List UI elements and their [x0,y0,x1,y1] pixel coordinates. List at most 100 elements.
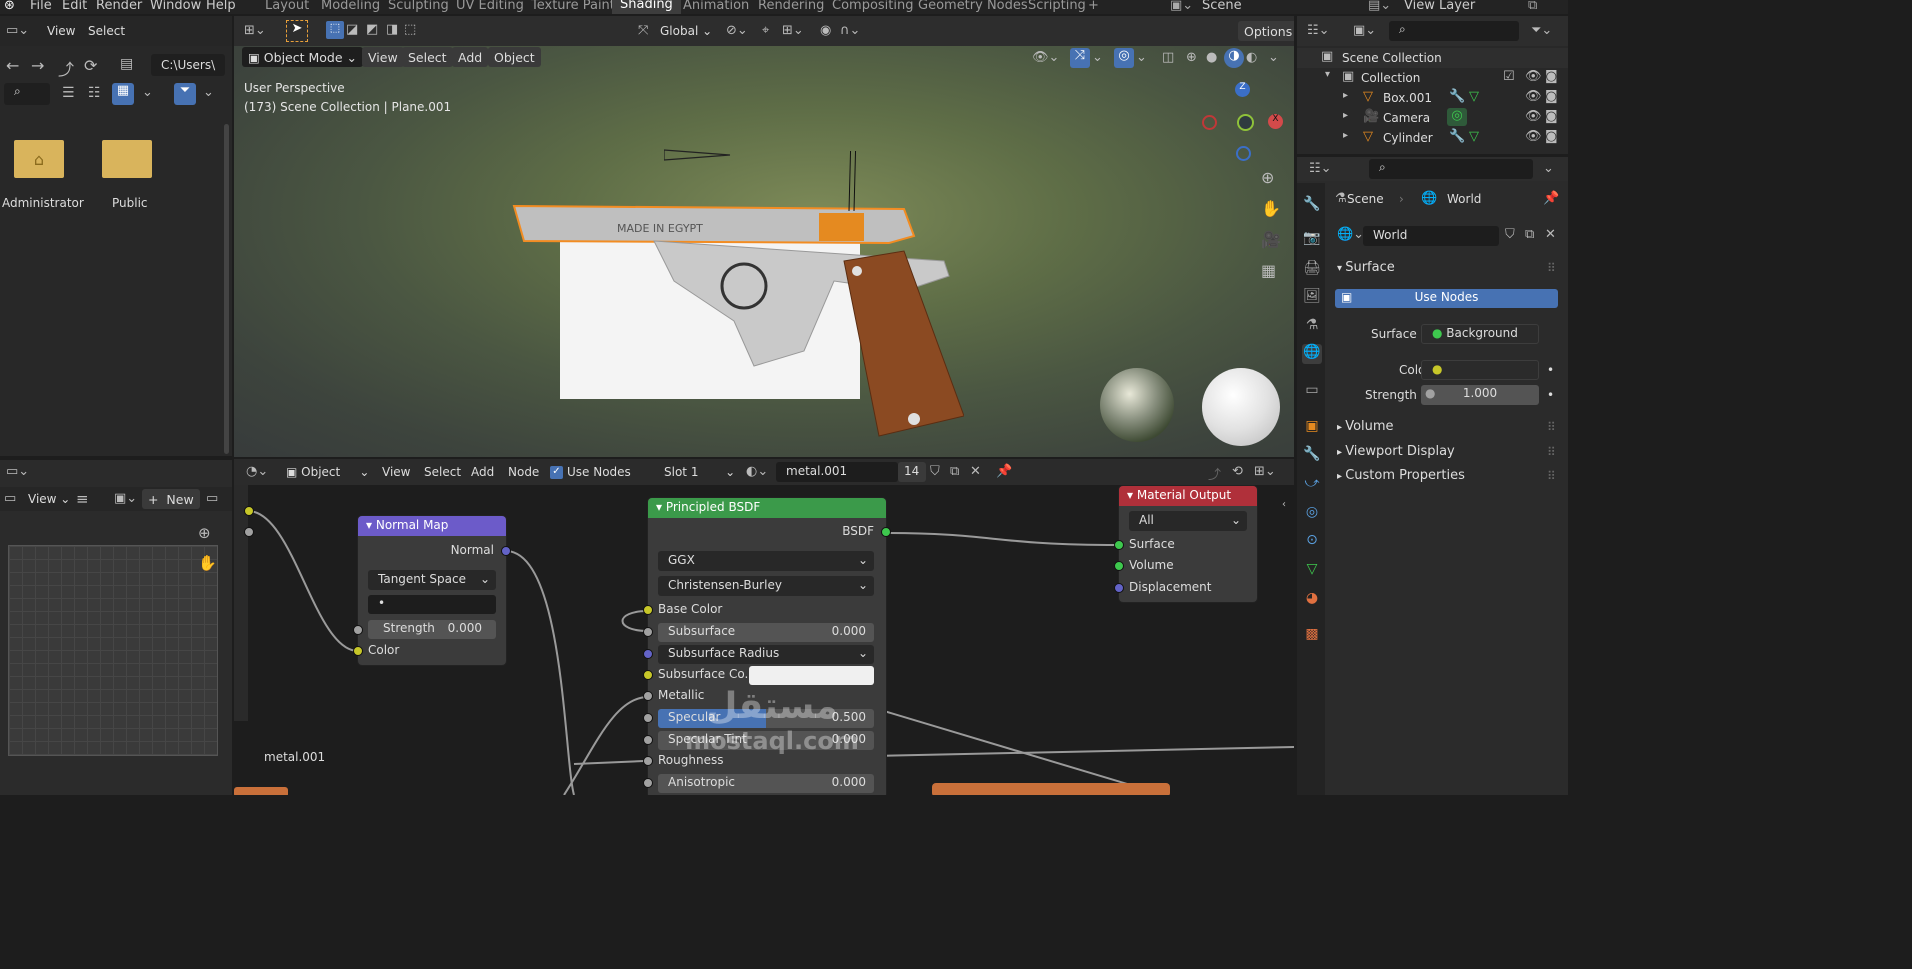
viewport-3d[interactable]: ⊞⌄ ➤ ⬚ ◪ ◩ ◨ ⬚ ⤧ Global ⌄ ⊘⌄ ⌖ ⊞⌄ ◉ ∩⌄ O… [234,16,1294,457]
normal-map-header[interactable]: ▾ Normal Map [358,516,506,536]
mesh-data-icon[interactable]: ▽ [1469,89,1479,104]
tab-animation[interactable]: Animation [683,0,749,13]
tool-tab-icon[interactable]: 🔧 [1302,196,1322,216]
outliner-row-scene-collection[interactable]: ▣ Scene Collection [1297,48,1568,68]
roughness-socket[interactable] [643,756,653,766]
tab-layout[interactable]: Layout [265,0,309,13]
drag-handle-icon[interactable]: ⠿ [1547,420,1556,434]
particles-tab-icon[interactable]: ⤻ [1302,475,1322,495]
drag-handle-icon[interactable]: ⠿ [1547,261,1556,275]
color-field[interactable]: ● [1421,360,1539,380]
pan-hand-icon[interactable]: ✋ [198,554,217,572]
menu-window[interactable]: Window [150,0,201,13]
vp-object-menu[interactable]: Object [488,47,541,67]
camera-render-icon[interactable]: ◙ [1545,89,1558,104]
shading-material-icon[interactable]: ◑ [1224,48,1244,68]
folder-public[interactable]: Public [96,134,160,214]
subsurface-socket[interactable] [643,627,653,637]
fb-select-menu[interactable]: Select [88,24,125,38]
camera-data-icon[interactable]: ◎ [1447,108,1467,126]
zoom-icon[interactable]: ⊕ [198,524,211,542]
new-image-button[interactable]: + New [142,489,200,509]
select-extend-icon[interactable]: ◪ [346,22,358,37]
gizmo-toggle-icon[interactable]: ⤨ [1070,48,1090,68]
navigation-gizmo[interactable]: Z X [1196,80,1286,180]
drag-handle-icon[interactable]: ⠿ [1547,445,1556,459]
modifier-wrench-icon[interactable]: 🔧 [1449,89,1465,104]
texture-tab-icon[interactable]: ▩ [1302,626,1322,646]
reroute-socket-yellow[interactable] [244,506,254,516]
surface-panel-header[interactable]: ▾ Surface [1337,260,1395,275]
vp-select-menu[interactable]: Select [402,47,453,67]
properties-search-field[interactable]: ⌕ [1369,159,1533,179]
material-tab-icon[interactable]: ◕ [1302,590,1322,610]
chevron-down-icon[interactable]: ⌄ [1543,161,1554,176]
eye-icon[interactable]: 👁 [1525,109,1542,124]
options-dropdown[interactable]: Options ⌄ [1238,21,1294,41]
camera-view-icon[interactable]: 🎥 [1261,230,1281,249]
uvmap-field[interactable]: • [368,595,496,614]
strength-field[interactable]: ● 1.000 [1421,385,1539,405]
image-browse-icon[interactable]: ▣⌄ [114,491,137,506]
sort-chevron-icon[interactable]: ⌄ [142,85,153,100]
editor-type-icon[interactable]: ⊞⌄ [244,23,266,38]
bsdf-header[interactable]: ▾ Principled BSDF [648,498,886,518]
outliner-search-field[interactable]: ⌕ [1389,21,1519,41]
back-icon[interactable]: ← [6,56,19,75]
editor-type-icon[interactable]: ☷⌄ [1309,161,1332,176]
keyframe-dot[interactable]: • [1547,363,1554,377]
list-vertical-icon[interactable]: ☰ [62,85,75,101]
checkbox-icon[interactable]: ☑ [1503,69,1515,84]
hamburger-icon[interactable]: ≡ [76,490,89,508]
vp-view-menu[interactable]: View [362,47,404,67]
filter-icon[interactable]: ⏷⌄ [1531,23,1552,38]
world-browse-icon[interactable]: 🌐⌄ [1337,227,1364,242]
space-dropdown[interactable]: Tangent Space ⌄ [368,570,496,590]
custom-properties-panel-header[interactable]: ▸ Custom Properties [1337,468,1465,483]
axis-z-icon[interactable]: Z [1235,82,1250,97]
image-mode-icon[interactable]: ▭ [4,491,16,506]
material-output-node[interactable]: ▾ Material Output All ⌄ Surface Volume Di… [1114,486,1257,602]
select-box-icon[interactable]: ⬚ [326,21,344,39]
collapse-arrow-icon[interactable]: ▾ [366,518,376,532]
filter-icon[interactable]: ⏷ [174,83,196,105]
add-workspace-icon[interactable]: + [1088,0,1099,13]
axis-x-neg-icon[interactable] [1202,115,1217,130]
refresh-icon[interactable]: ⟳ [84,56,97,75]
tab-shading[interactable]: Shading [612,0,681,14]
displacement-input-socket[interactable] [1114,583,1124,593]
open-image-icon[interactable]: ▭ [206,491,218,506]
tab-compositing[interactable]: Compositing [832,0,914,13]
display-mode-icon[interactable]: ▣⌄ [1353,23,1376,38]
ie-view-menu[interactable]: View ⌄ [28,492,70,506]
modifier-tab-icon[interactable]: 🔧 [1302,446,1322,466]
pistol-model[interactable] [504,151,964,451]
pivot-icon[interactable]: ⊘⌄ [726,23,748,38]
tab-scripting[interactable]: Scripting [1028,0,1086,13]
normal-output-socket[interactable] [501,546,511,556]
proportional-edit-icon[interactable]: ◉ [820,23,831,38]
uv-grid[interactable] [8,545,218,756]
outliner-row-cylinder[interactable]: ▸ ▽ Cylinder 🔧 ▽ 👁 ◙ [1297,128,1568,148]
view-layer-name[interactable]: View Layer [1404,0,1475,13]
physics-tab-icon[interactable]: ◎ [1302,504,1322,524]
eye-icon[interactable]: 👁 [1525,89,1542,104]
eye-icon[interactable]: 👁 [1525,69,1542,84]
collapse-arrow-icon[interactable]: ▾ [1127,488,1137,502]
expand-arrow-icon[interactable]: ▸ [1343,110,1348,121]
outliner-row-box[interactable]: ▸ ▽ Box.001 🔧 ▽ 👁 ◙ [1297,88,1568,108]
vp-add-menu[interactable]: Add [452,47,489,67]
camera-render-icon[interactable]: ◙ [1545,69,1558,84]
forward-icon[interactable]: → [31,56,44,75]
scene-selector-icon[interactable]: ▣⌄ [1170,0,1193,13]
fb-scrollbar[interactable] [224,124,229,454]
thumbnails-icon[interactable]: ▦ [112,83,134,105]
view-layer-copy-icon[interactable]: ⧉ [1528,0,1537,13]
blender-logo-icon[interactable]: ⊛ [4,0,15,13]
subsurface-color-swatch[interactable] [749,666,874,685]
menu-help[interactable]: Help [206,0,236,13]
fb-search-field[interactable]: ⌕ [4,83,50,105]
surface-input-socket[interactable] [1114,540,1124,550]
constraints-tab-icon[interactable]: ⊙ [1302,532,1322,552]
collection-tab-icon[interactable]: ▭ [1302,382,1322,402]
